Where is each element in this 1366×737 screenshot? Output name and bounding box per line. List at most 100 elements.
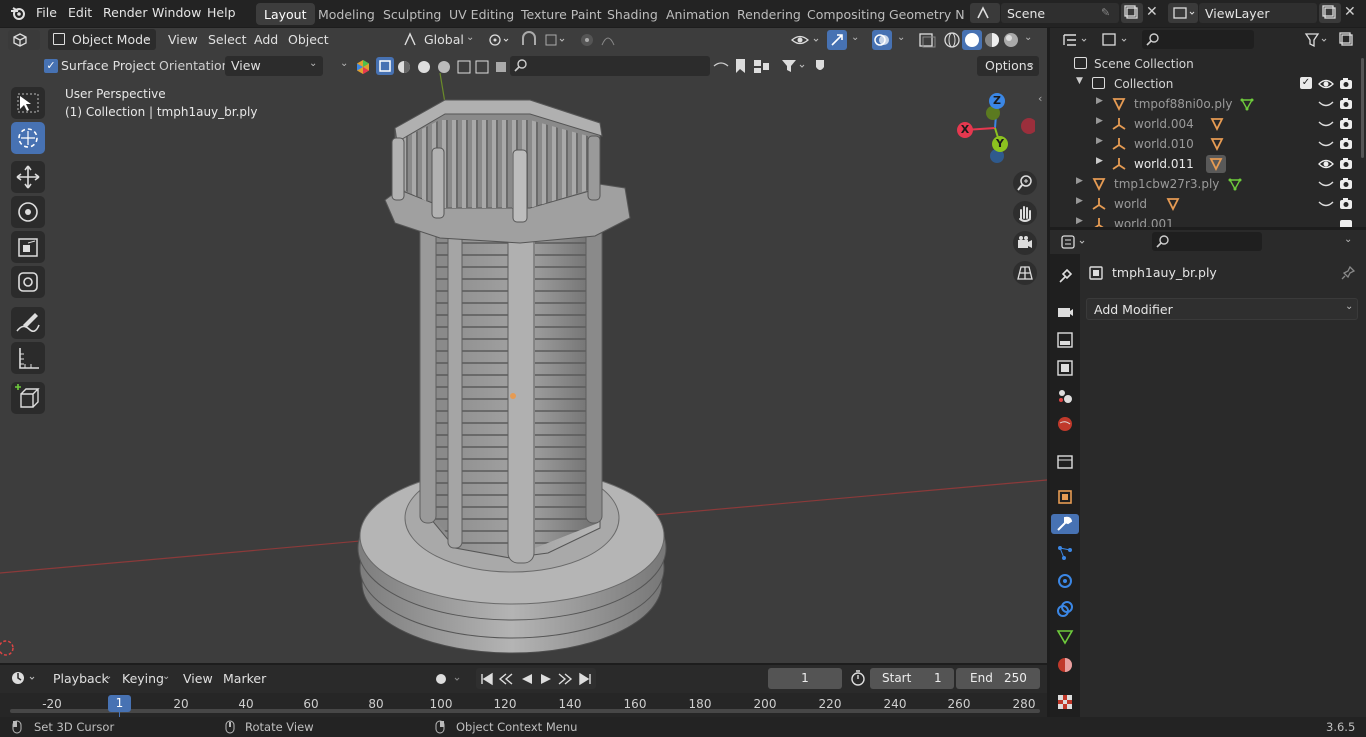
outliner-editor-type-icon[interactable] xyxy=(1058,30,1092,50)
expand-arrow-icon[interactable]: ▶ xyxy=(1076,196,1083,206)
add-modifier-dropdown[interactable]: Add Modifier ⌄ xyxy=(1086,298,1358,320)
blender-logo-icon[interactable] xyxy=(10,5,26,21)
pin-icon[interactable]: ✎ xyxy=(1101,6,1110,19)
orientation-dropdown[interactable]: View ⌄ xyxy=(225,56,323,76)
tab-compositing[interactable]: Compositing xyxy=(799,3,893,25)
close-view-layer-icon[interactable]: ✕ xyxy=(1344,4,1356,20)
play-reverse-icon[interactable] xyxy=(520,672,534,689)
zoom-icon[interactable] xyxy=(1013,171,1037,195)
collection-tab-icon[interactable] xyxy=(1055,452,1075,472)
color-palette-icon[interactable] xyxy=(355,59,371,78)
outliner-item-row[interactable]: ▶ tmpof88ni0o.ply xyxy=(1050,94,1366,114)
scene-collection-row[interactable]: Scene Collection xyxy=(1050,54,1366,74)
overlay-toggle-icon[interactable] xyxy=(872,30,892,50)
eye-closed-icon[interactable] xyxy=(1318,119,1334,133)
add-cube-tool[interactable] xyxy=(11,382,45,414)
camera-icon[interactable] xyxy=(1339,136,1353,153)
output-tab-icon[interactable] xyxy=(1055,330,1075,350)
rendered-shading-icon[interactable] xyxy=(1002,31,1020,52)
expand-arrow-icon[interactable]: ▶ xyxy=(1096,156,1103,166)
new-scene-icon[interactable] xyxy=(1121,3,1143,23)
chevron-down-icon[interactable]: ⌄ xyxy=(897,32,905,43)
select-box-tool[interactable] xyxy=(11,87,45,119)
measure-tool[interactable] xyxy=(11,342,45,374)
gizmo-toggle-icon[interactable] xyxy=(827,30,847,50)
camera-icon[interactable] xyxy=(1339,116,1353,133)
viewport-menu-add[interactable]: Add xyxy=(254,32,278,47)
particles-tab-icon[interactable] xyxy=(1055,543,1075,563)
mode-selector[interactable]: Object Mode ⌄ xyxy=(48,29,156,50)
outliner-item-row[interactable]: ▶ world.011 xyxy=(1050,154,1366,174)
outliner-scrollbar[interactable] xyxy=(1361,58,1364,158)
expand-arrow-icon[interactable]: ▼ xyxy=(1076,76,1083,86)
navigation-gizmo[interactable]: Z X Y xyxy=(955,88,1035,168)
tab-geometry-nodes[interactable]: Geometry Noc xyxy=(881,3,965,25)
playback-menu[interactable]: Playback xyxy=(53,671,109,686)
scene-tab-icon[interactable] xyxy=(1055,386,1075,406)
outliner-item-row[interactable]: ▶ world.010 xyxy=(1050,134,1366,154)
current-frame-field[interactable]: 1 xyxy=(768,668,842,689)
options-dropdown[interactable]: Options ⌄ xyxy=(977,56,1039,76)
transform-tool[interactable] xyxy=(11,266,45,298)
prev-keyframe-icon[interactable] xyxy=(498,672,514,689)
display-mode-icon[interactable] xyxy=(1098,30,1132,50)
viewport-menu-select[interactable]: Select xyxy=(208,32,247,47)
tab-shading[interactable]: Shading xyxy=(599,3,666,25)
expand-arrow-icon[interactable]: ▶ xyxy=(1096,96,1103,106)
record-icon[interactable] xyxy=(433,670,463,691)
move-tool[interactable] xyxy=(11,161,45,193)
outliner-item-row[interactable]: ▶ world.001 xyxy=(1050,214,1366,227)
cursor-tool[interactable] xyxy=(11,122,45,154)
new-view-layer-icon[interactable] xyxy=(1319,3,1341,23)
eye-closed-icon[interactable] xyxy=(1318,199,1334,213)
object-tab-icon[interactable] xyxy=(1055,487,1075,507)
surface-project-checkbox[interactable]: ✓ xyxy=(44,59,58,73)
view-layer-tab-icon[interactable] xyxy=(1055,358,1075,378)
outliner-item-row[interactable]: ▶ world.004 xyxy=(1050,114,1366,134)
camera-icon[interactable] xyxy=(1339,156,1353,173)
filter-icon[interactable] xyxy=(1302,30,1332,53)
keying-menu[interactable]: Keying xyxy=(122,671,164,686)
chevron-down-icon[interactable]: ⌄ xyxy=(851,32,859,43)
camera-icon[interactable] xyxy=(1339,216,1353,227)
tab-modeling[interactable]: Modeling xyxy=(310,3,383,25)
chevron-down-icon[interactable]: ⌄ xyxy=(1024,32,1032,43)
tab-layout[interactable]: Layout xyxy=(256,3,315,25)
scene-name-field[interactable]: Scene ✎ xyxy=(1001,3,1119,23)
close-scene-icon[interactable]: ✕ xyxy=(1146,4,1158,20)
scale-tool[interactable] xyxy=(11,231,45,263)
chevron-down-icon[interactable]: ⌄ xyxy=(162,671,170,682)
gizmo-x-axis-icon[interactable]: X xyxy=(957,122,973,138)
camera-icon[interactable] xyxy=(1339,76,1353,93)
eye-closed-icon[interactable] xyxy=(1318,139,1334,153)
tool-tab-icon[interactable] xyxy=(1055,267,1075,287)
expand-arrow-icon[interactable]: ▶ xyxy=(1076,176,1083,186)
render-tab-icon[interactable] xyxy=(1055,302,1075,322)
chevron-down-icon[interactable]: ⌄ xyxy=(1344,234,1352,245)
eye-closed-icon[interactable] xyxy=(1318,179,1334,193)
outliner-item-row[interactable]: ▶ world xyxy=(1050,194,1366,214)
outliner-search-input[interactable] xyxy=(1142,30,1254,49)
select-box-icon[interactable] xyxy=(376,57,394,75)
outliner-item-row[interactable]: ▶ tmp1cbw27r3.ply xyxy=(1050,174,1366,194)
3d-viewport[interactable]: Object Mode ⌄ View Select Add Object Glo… xyxy=(0,28,1047,663)
perspective-toggle-icon[interactable] xyxy=(1013,261,1037,285)
camera-icon[interactable] xyxy=(1339,176,1353,193)
menu-help[interactable]: Help xyxy=(207,5,236,20)
tab-rendering[interactable]: Rendering xyxy=(729,3,809,25)
jump-start-icon[interactable] xyxy=(480,672,494,689)
chevron-down-icon[interactable]: ⌄ xyxy=(104,671,112,682)
visibility-icon[interactable] xyxy=(790,31,824,52)
sidebar-toggle-icon[interactable]: ‹ xyxy=(1038,92,1042,105)
viewport-menu-view[interactable]: View xyxy=(168,32,198,47)
constraints-tab-icon[interactable] xyxy=(1055,599,1075,619)
expand-arrow-icon[interactable]: ▶ xyxy=(1096,116,1103,126)
menu-file[interactable]: File xyxy=(36,5,57,20)
eye-icon[interactable] xyxy=(1318,77,1334,94)
xray-toggle-icon[interactable] xyxy=(917,31,937,52)
timeline-view-menu[interactable]: View xyxy=(183,671,213,686)
annotate-tool[interactable] xyxy=(11,307,45,339)
camera-view-icon[interactable] xyxy=(1013,231,1037,255)
menu-window[interactable]: Window xyxy=(152,5,201,20)
expand-arrow-icon[interactable]: ▶ xyxy=(1076,216,1083,226)
